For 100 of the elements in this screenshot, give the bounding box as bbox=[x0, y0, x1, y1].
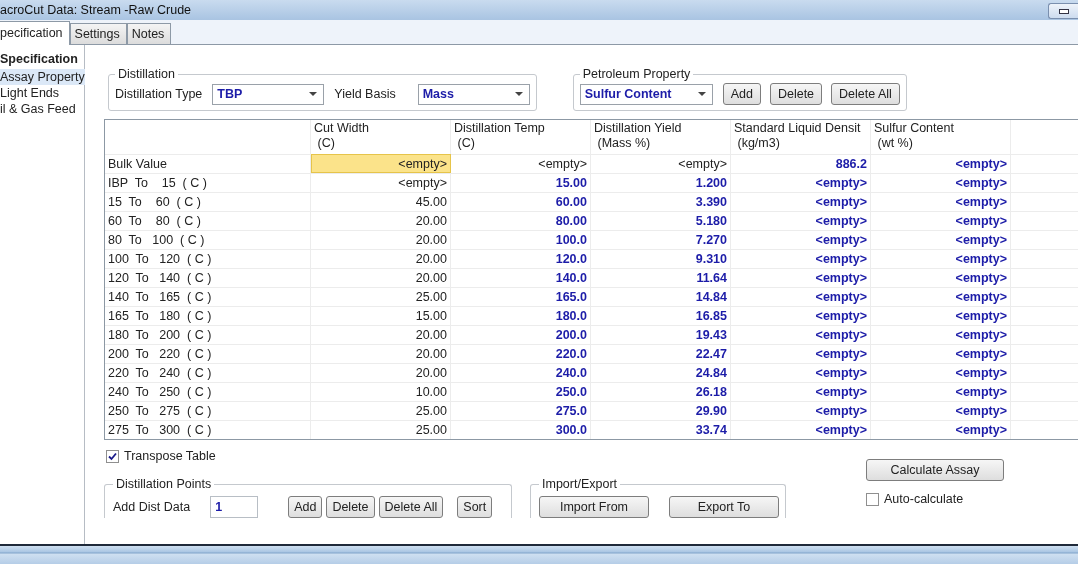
sidebar-heading: Specification bbox=[0, 52, 78, 68]
table-cell: <empty> bbox=[591, 154, 731, 173]
field-label: Yield Basis bbox=[334, 87, 396, 101]
caret-icon bbox=[309, 92, 318, 96]
table-cell: 20.00 bbox=[311, 211, 451, 230]
table-cell: <empty> bbox=[871, 249, 1011, 268]
table-cell: 26.18 bbox=[591, 382, 731, 401]
table-cell: <empty> bbox=[731, 173, 871, 192]
table-cell: 220.0 bbox=[451, 344, 591, 363]
table-cell: 250.0 bbox=[451, 382, 591, 401]
caret-icon bbox=[697, 92, 706, 96]
points-button[interactable]: Delete All bbox=[378, 495, 444, 518]
row-header: 60 To 80 ( C ) bbox=[105, 211, 311, 230]
sidebar-item[interactable]: Light Ends bbox=[0, 85, 60, 101]
tab[interactable]: pecification bbox=[0, 21, 70, 45]
table-cell: 22.47 bbox=[591, 344, 731, 363]
table-cell: 29.90 bbox=[591, 401, 731, 420]
table-cell: 20.00 bbox=[311, 363, 451, 382]
row-header: 15 To 60 ( C ) bbox=[105, 192, 311, 211]
checkbox[interactable] bbox=[106, 449, 119, 463]
row-header: 200 To 220 ( C ) bbox=[105, 344, 311, 363]
row-header: 120 To 140 ( C ) bbox=[105, 268, 311, 287]
checkbox-label: Transpose Table bbox=[124, 449, 216, 463]
table-cell: <empty> bbox=[731, 268, 871, 287]
table-cell: 14.84 bbox=[591, 287, 731, 306]
table-cell: <empty> bbox=[871, 325, 1011, 344]
table-cell: 300.0 bbox=[451, 420, 591, 439]
table-cell: 886.2 bbox=[731, 154, 871, 173]
table-cell: 240.0 bbox=[451, 363, 591, 382]
column-header: Distillation Temp (C) bbox=[451, 120, 591, 154]
table-cell: 16.85 bbox=[591, 306, 731, 325]
table-cell: <empty> bbox=[871, 382, 1011, 401]
import-export-button[interactable]: Export To bbox=[669, 495, 779, 518]
minimize-icon bbox=[1058, 8, 1069, 14]
table-cell: <empty> bbox=[871, 268, 1011, 287]
group-title: Import/Export bbox=[541, 477, 619, 491]
table-cell: <empty> bbox=[871, 287, 1011, 306]
table-cell: 15.00 bbox=[311, 306, 451, 325]
table-cell: 10.00 bbox=[311, 382, 451, 401]
property-button[interactable]: Delete bbox=[769, 83, 823, 105]
table-cell: <empty> bbox=[451, 154, 591, 173]
input-field[interactable]: 1 bbox=[210, 495, 259, 518]
property-button[interactable]: Add bbox=[722, 83, 761, 105]
table-cell: 120.0 bbox=[451, 249, 591, 268]
column-header: Distillation Yield (Mass %) bbox=[591, 120, 731, 154]
table-cell: <empty> bbox=[871, 363, 1011, 382]
table-cell: 5.180 bbox=[591, 211, 731, 230]
dropdown[interactable]: Mass bbox=[417, 83, 530, 105]
table-cell: 20.00 bbox=[311, 344, 451, 363]
table-cell: 80.00 bbox=[451, 211, 591, 230]
table-cell: <empty> bbox=[871, 344, 1011, 363]
points-button[interactable]: Add bbox=[288, 495, 323, 518]
sidebar-item[interactable]: il & Gas Feed bbox=[0, 101, 76, 117]
checkbox-label: Auto-calculate bbox=[884, 492, 964, 506]
row-header: IBP To 15 ( C ) bbox=[105, 173, 311, 192]
table-cell: 25.00 bbox=[311, 401, 451, 420]
row-header: 100 To 120 ( C ) bbox=[105, 249, 311, 268]
column-header: Standard Liquid Densit (kg/m3) bbox=[731, 120, 871, 154]
property-button[interactable]: Delete All bbox=[831, 83, 900, 105]
table-cell: 200.0 bbox=[451, 325, 591, 344]
dropdown[interactable]: Sulfur Content bbox=[579, 83, 713, 105]
table-cell: <empty> bbox=[311, 173, 451, 192]
table-cell: <empty> bbox=[871, 211, 1011, 230]
import-export-button[interactable]: Import From bbox=[539, 495, 649, 518]
row-header: 165 To 180 ( C ) bbox=[105, 306, 311, 325]
field-label: Distillation Type bbox=[115, 87, 203, 101]
table-cell: 100.0 bbox=[451, 230, 591, 249]
row-header: 80 To 100 ( C ) bbox=[105, 230, 311, 249]
table-cell: <empty> bbox=[871, 230, 1011, 249]
row-header: 275 To 300 ( C ) bbox=[105, 420, 311, 439]
minimize-button[interactable] bbox=[1048, 3, 1078, 19]
table-cell: <empty> bbox=[871, 306, 1011, 325]
tab[interactable]: Notes bbox=[126, 23, 172, 44]
dropdown[interactable]: TBP bbox=[212, 83, 325, 105]
points-button[interactable]: Delete bbox=[326, 495, 375, 518]
table-cell: 25.00 bbox=[311, 287, 451, 306]
points-button[interactable]: Sort bbox=[457, 495, 493, 518]
table-cell: <empty> bbox=[731, 230, 871, 249]
row-header: 220 To 240 ( C ) bbox=[105, 363, 311, 382]
table-cell: 140.0 bbox=[451, 268, 591, 287]
calculate-button[interactable]: Calculate Assay bbox=[866, 459, 1004, 481]
row-header: 250 To 275 ( C ) bbox=[105, 401, 311, 420]
table-cell: <empty> bbox=[731, 363, 871, 382]
group-title: Petroleum Property bbox=[581, 67, 692, 81]
table-cell: 19.43 bbox=[591, 325, 731, 344]
table-cell: 7.270 bbox=[591, 230, 731, 249]
table-cell: 15.00 bbox=[451, 173, 591, 192]
column-header: Sulfur Content (wt %) bbox=[871, 120, 1011, 154]
table-cell: 165.0 bbox=[451, 287, 591, 306]
checkbox[interactable] bbox=[866, 492, 879, 506]
table-cell: <empty> bbox=[731, 287, 871, 306]
table-cell: <empty> bbox=[731, 325, 871, 344]
row-header: 180 To 200 ( C ) bbox=[105, 325, 311, 344]
sidebar-item[interactable]: Assay Property bbox=[0, 69, 85, 85]
table-cell: 11.64 bbox=[591, 268, 731, 287]
tab[interactable]: Settings bbox=[69, 23, 127, 44]
row-header: 240 To 250 ( C ) bbox=[105, 382, 311, 401]
caret-icon bbox=[514, 92, 523, 96]
table-cell: <empty> bbox=[731, 211, 871, 230]
table-cell: <empty> bbox=[731, 249, 871, 268]
